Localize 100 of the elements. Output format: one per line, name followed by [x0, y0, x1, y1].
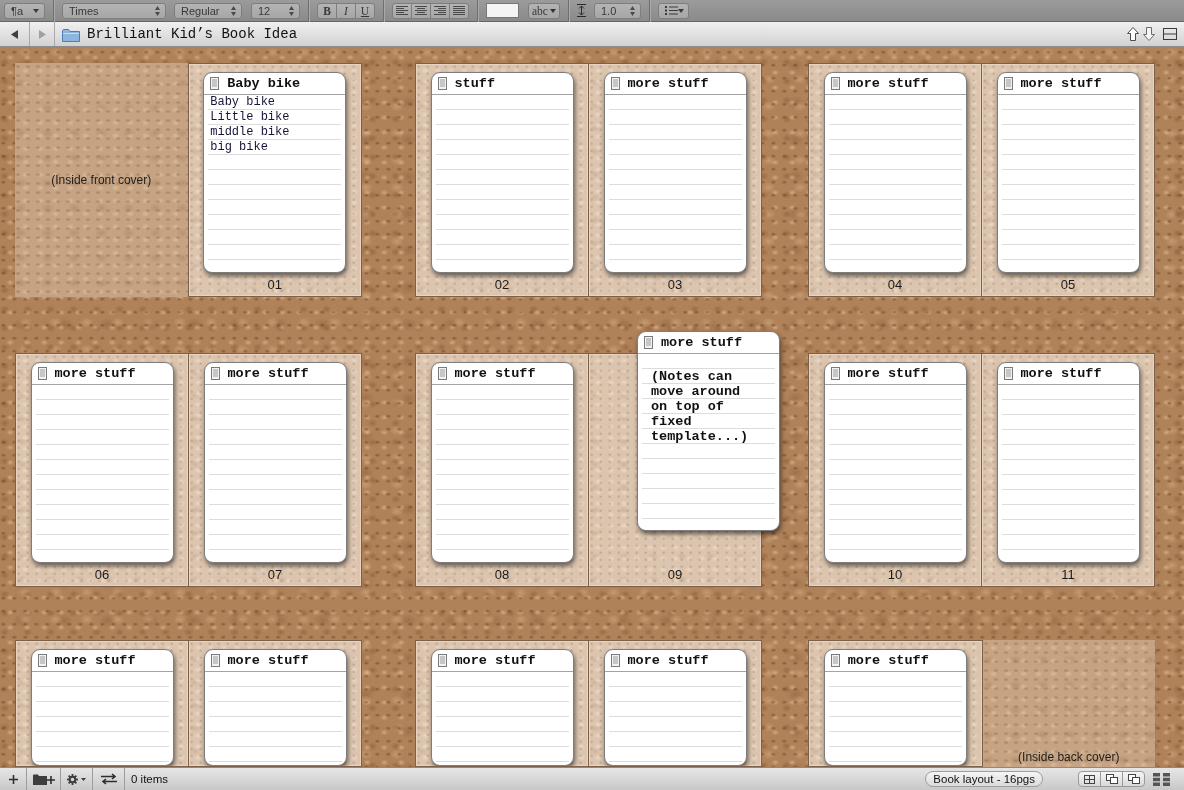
card-title: more stuff — [847, 75, 929, 92]
index-card[interactable]: more stuff — [823, 649, 967, 766]
stepper-arrows-icon — [155, 5, 160, 16]
cover-label: (Inside front cover) — [51, 173, 152, 188]
page-number: 04 — [887, 277, 903, 292]
align-left-icon — [396, 6, 408, 15]
grid-icon — [1084, 774, 1095, 784]
document-icon — [210, 654, 220, 667]
gear-icon — [67, 773, 78, 785]
card-text: Little bike — [210, 110, 290, 125]
card-title: more stuff — [54, 365, 136, 382]
card-title: more stuff — [661, 334, 742, 351]
page-number: 06 — [94, 567, 110, 582]
stepper-arrows-icon — [630, 5, 635, 16]
document-icon — [437, 367, 447, 380]
document-icon — [210, 367, 220, 380]
index-card[interactable]: stuff — [430, 72, 574, 273]
page-number: 09 — [667, 567, 683, 582]
document-icon — [1003, 77, 1013, 90]
document-icon — [37, 654, 47, 667]
page-number: 01 — [267, 277, 282, 292]
card-title: more stuff — [1020, 75, 1102, 92]
index-card[interactable]: more stuff — [30, 362, 174, 563]
swap-arrows-icon — [99, 773, 118, 785]
card-title: more stuff — [627, 75, 709, 92]
right-arrow-icon — [38, 29, 46, 39]
index-card[interactable]: more stuff — [430, 362, 574, 563]
index-card[interactable]: more stuff — [603, 72, 747, 273]
up-arrow-icon[interactable] — [1127, 27, 1139, 41]
page-number: 05 — [1060, 277, 1076, 292]
page-number: 10 — [887, 567, 903, 582]
page-number: 08 — [494, 567, 510, 582]
page-number: 03 — [667, 277, 683, 292]
caret-icon — [678, 8, 684, 13]
cover-label: (Inside back cover) — [1018, 750, 1120, 765]
card-title: more stuff — [54, 652, 136, 669]
view-mode-button[interactable] — [1100, 771, 1123, 787]
align-center-icon — [415, 6, 427, 15]
folder-plus-icon — [32, 773, 55, 785]
justify-icon — [453, 6, 465, 15]
document-icon — [610, 77, 620, 90]
folder-icon — [62, 26, 80, 42]
document-icon — [37, 367, 47, 380]
card-text: middle bike — [210, 125, 290, 140]
index-card[interactable]: more stuff — [823, 72, 967, 273]
document-icon — [830, 367, 840, 380]
caret-icon — [550, 8, 556, 13]
document-icon — [610, 654, 620, 667]
document-icon — [830, 77, 840, 90]
card-text: big bike — [210, 140, 268, 155]
card-title: more stuff — [227, 365, 309, 382]
index-card[interactable]: Baby bike Baby bike Little bike middle bike big bike — [203, 72, 347, 273]
left-arrow-icon — [11, 29, 18, 39]
caret-icon — [33, 8, 39, 13]
index-card[interactable]: more stuff — [823, 362, 967, 563]
page-number: 02 — [494, 277, 510, 292]
page-number: 07 — [267, 567, 283, 582]
index-card[interactable]: more stuff — [603, 649, 747, 766]
stepper-arrows-icon — [289, 5, 294, 16]
caret-icon — [81, 777, 86, 781]
document-title: Brilliant Kid’s Book Idea — [87, 26, 298, 42]
view-mode-button[interactable] — [1122, 771, 1145, 787]
index-card[interactable]: more stuff — [996, 362, 1140, 563]
index-card[interactable]: more stuff — [203, 362, 347, 563]
index-card[interactable]: more stuff — [203, 649, 347, 766]
card-title: more stuff — [1020, 365, 1102, 382]
document-icon — [830, 654, 840, 667]
card-title: more stuff — [847, 652, 929, 669]
page-number: 11 — [1061, 567, 1075, 582]
overlapping-squares-icon — [1105, 774, 1118, 784]
index-card[interactable]: more stuff — [430, 649, 574, 766]
grid-icon[interactable] — [1153, 772, 1170, 786]
document-icon — [644, 336, 653, 349]
align-right-icon — [434, 6, 446, 15]
stepper-arrows-icon — [231, 5, 236, 16]
card-title: Baby bike — [227, 75, 301, 92]
overlapping-squares-icon — [1127, 774, 1140, 784]
list-icon — [665, 6, 678, 15]
card-text: Baby bike — [210, 95, 276, 110]
card-title: stuff — [454, 75, 495, 92]
index-card[interactable]: more stuff (Notes can move around on top of fixed template...) — [637, 331, 780, 531]
down-arrow-icon[interactable] — [1143, 27, 1155, 41]
card-title: more stuff — [454, 365, 536, 382]
layout-button[interactable]: Book layout - 16pgs — [925, 771, 1043, 787]
card-title: more stuff — [627, 652, 709, 669]
card-title: more stuff — [454, 652, 536, 669]
view-mode-button[interactable] — [1078, 771, 1101, 787]
split-view-icon[interactable] — [1163, 28, 1177, 40]
card-title: more stuff — [227, 652, 309, 669]
index-card[interactable]: more stuff — [30, 649, 174, 766]
index-card[interactable]: more stuff — [996, 72, 1140, 273]
card-note: (Notes can move around on top of fixed template...) — [651, 369, 750, 444]
document-icon — [437, 77, 447, 90]
document-icon — [437, 654, 447, 667]
document-icon — [210, 77, 220, 90]
item-count: 0 items — [131, 772, 169, 786]
card-title: more stuff — [847, 365, 929, 382]
line-spacing-icon — [577, 4, 586, 17]
plus-icon — [8, 774, 18, 784]
document-icon — [1003, 367, 1013, 380]
